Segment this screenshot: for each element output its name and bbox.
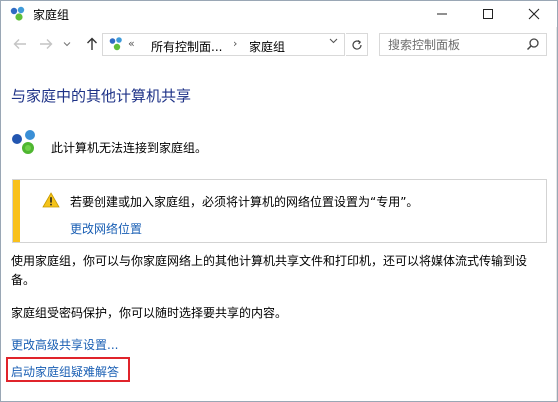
search-box[interactable] [379, 33, 547, 56]
page-title: 与家庭中的其他计算机共享 [11, 87, 192, 105]
refresh-icon [351, 39, 362, 50]
search-input[interactable] [380, 34, 520, 55]
window-title: 家庭组 [33, 8, 70, 22]
warning-accent-bar [13, 180, 20, 242]
homegroup-description: 使用家庭组，你可以与你家庭网络上的其他计算机共享文件和打印机，还可以将媒体流式传… [11, 254, 528, 287]
advanced-sharing-settings-link[interactable]: 更改高级共享设置... [11, 336, 118, 353]
recent-locations-button[interactable] [59, 33, 75, 55]
password-note: 家庭组受密码保护，你可以随时选择要共享的内容。 [11, 306, 288, 320]
minimize-button[interactable] [419, 1, 465, 27]
homegroup-icon [109, 37, 122, 51]
close-icon [528, 8, 540, 20]
chevron-down-icon [63, 42, 71, 47]
maximize-button[interactable] [465, 1, 511, 27]
warning-message: 若要创建或加入家庭组，必须将计算机的网络位置设置为“专用”。 [70, 195, 419, 209]
close-button[interactable] [511, 1, 557, 27]
back-arrow-icon [13, 39, 26, 49]
breadcrumb-homegroup[interactable]: 家庭组 [249, 38, 285, 55]
homegroup-status: 此计算机无法连接到家庭组。 [11, 129, 411, 159]
control-panel-window: 家庭组 « 所有控制面... › 家庭组 搜索控制面板 与家庭中的其他计算机共享… [0, 0, 558, 402]
address-dropdown-button[interactable] [329, 37, 338, 47]
minimize-icon [437, 13, 447, 15]
warning-panel: 若要创建或加入家庭组，必须将计算机的网络位置设置为“专用”。 更改网络位置 [12, 179, 547, 243]
warning-icon [42, 192, 60, 208]
up-arrow-icon [87, 37, 97, 50]
start-troubleshooter-link[interactable]: 启动家庭组疑难解答 [11, 363, 119, 380]
back-button[interactable] [9, 33, 31, 55]
breadcrumb-separator[interactable]: › [233, 37, 237, 50]
breadcrumb-all-control-panel[interactable]: 所有控制面... [151, 38, 222, 55]
navigation-bar: « 所有控制面... › 家庭组 [1, 27, 557, 63]
forward-arrow-icon [40, 39, 53, 49]
refresh-button[interactable] [346, 33, 368, 56]
search-icon[interactable] [526, 37, 540, 51]
homegroup-icon [12, 130, 35, 154]
breadcrumb-overflow[interactable]: « [128, 37, 135, 50]
forward-button[interactable] [35, 33, 57, 55]
homegroup-icon [10, 6, 25, 21]
status-message: 此计算机无法连接到家庭组。 [51, 141, 208, 155]
change-network-location-link[interactable]: 更改网络位置 [70, 220, 142, 237]
scroll-edge [556, 27, 557, 401]
address-bar[interactable]: « 所有控制面... › 家庭组 [102, 33, 345, 56]
maximize-icon [483, 9, 493, 19]
up-button[interactable] [81, 33, 103, 55]
chevron-down-icon [329, 38, 338, 44]
title-bar: 家庭组 [1, 1, 557, 27]
